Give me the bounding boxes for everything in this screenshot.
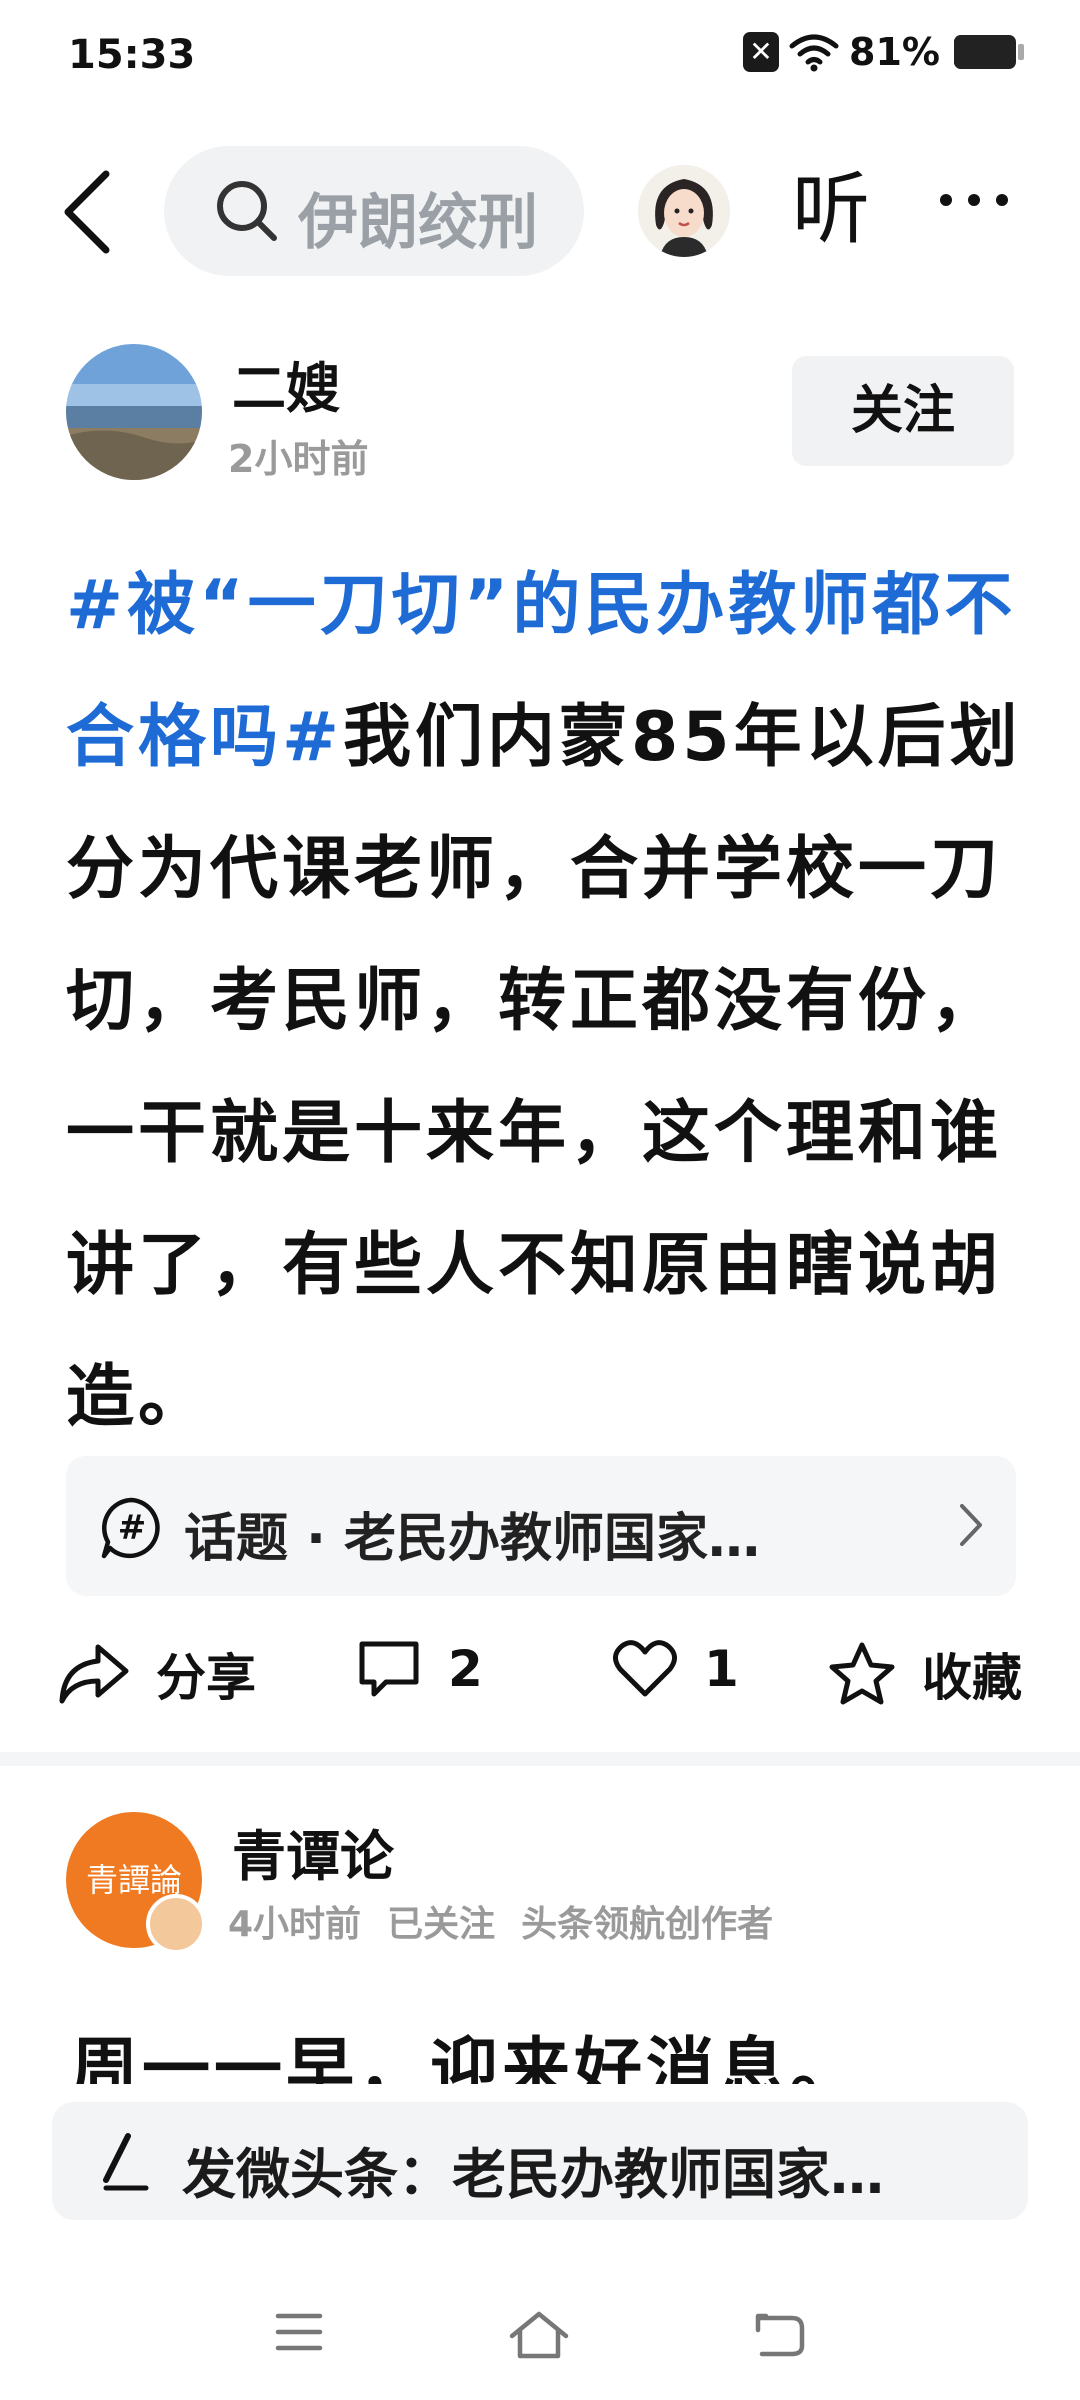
- search-icon: [217, 181, 277, 241]
- heart-icon: [613, 1640, 677, 1697]
- svg-text:#: #: [118, 1508, 147, 1548]
- like-count: 1: [704, 1640, 739, 1698]
- follow-button[interactable]: 关注: [792, 356, 1014, 466]
- landscape-avatar-image: [66, 344, 202, 480]
- author-tag: 头条领航创作者: [521, 1904, 774, 1945]
- menu-nav-button[interactable]: [274, 2310, 324, 2358]
- post2-body-preview[interactable]: 周一一早，迎来好消息。: [70, 2016, 862, 2084]
- topic-hash-icon: #: [101, 1497, 160, 1559]
- status-icons: ✕ 81%: [743, 30, 1024, 74]
- collect-button[interactable]: 收藏: [828, 1638, 1022, 1710]
- comment-button[interactable]: 2: [356, 1638, 483, 1700]
- author2-meta: 4小时前 已关注 头条领航创作者: [228, 1895, 799, 1947]
- post-time: 2小时前: [228, 437, 369, 481]
- author-avatar[interactable]: [66, 344, 202, 480]
- search-bar[interactable]: 伊朗绞刑: [164, 146, 584, 276]
- status-time: 15:33: [68, 32, 196, 78]
- back-button[interactable]: [58, 162, 118, 262]
- menu-icon: [275, 2313, 323, 2351]
- search-query: 伊朗绞刑: [298, 188, 538, 258]
- battery-icon: [954, 35, 1024, 69]
- compose-label: 发微头条：老民办教师国家…: [182, 2143, 884, 2206]
- chevron-left-icon: [64, 170, 110, 254]
- star-icon: [829, 1642, 895, 1705]
- home-nav-button[interactable]: [508, 2310, 570, 2364]
- share-label: 分享: [156, 1649, 256, 1707]
- status-bar: 15:33 ✕ 81%: [0, 0, 1080, 118]
- no-sim-icon: ✕: [743, 32, 780, 72]
- topic-card[interactable]: # 话题 · 老民办教师国家…: [66, 1456, 1016, 1596]
- comment-icon: [359, 1641, 419, 1697]
- post-body[interactable]: #被“一刀切”的民办教师都不合格吗#我们内蒙85年以后划分为代课老师，合并学校一…: [66, 540, 1026, 1464]
- feed-divider: [0, 1752, 1080, 1766]
- post2-time: 4小时前: [228, 1904, 362, 1945]
- author-name[interactable]: 二嫂: [232, 344, 340, 423]
- post-text: 我们内蒙85年以后划分为代课老师，合并学校一刀切，考民师，转正都没有份，一干就是…: [66, 698, 1022, 1437]
- avatar-girl-icon: [638, 165, 730, 257]
- collect-label: 收藏: [922, 1649, 1022, 1707]
- topic-label: 话题 · 老民办教师国家…: [184, 1509, 760, 1569]
- post-action-bar: 分享 2 1 收藏: [0, 1620, 1080, 1730]
- chevron-right-icon: [960, 1504, 982, 1546]
- system-nav-bar: [0, 2270, 1080, 2400]
- compose-bar[interactable]: 发微头条：老民办教师国家…: [52, 2102, 1028, 2220]
- back-nav-button[interactable]: [752, 2310, 806, 2364]
- home-icon: [509, 2311, 569, 2359]
- pen-icon: [103, 2133, 149, 2191]
- author2-name[interactable]: 青谭论: [232, 1812, 394, 1891]
- follow-status: 已关注: [387, 1904, 496, 1945]
- comment-count: 2: [448, 1640, 483, 1698]
- wifi-icon: [789, 34, 839, 72]
- user-avatar[interactable]: [638, 165, 730, 257]
- back-gesture-icon: [755, 2313, 805, 2357]
- like-button[interactable]: 1: [612, 1638, 739, 1700]
- share-icon: [59, 1644, 129, 1704]
- more-options-icon[interactable]: [940, 194, 1008, 206]
- creator-badge-icon: [146, 1894, 206, 1954]
- battery-percent: 81%: [849, 30, 940, 74]
- share-button[interactable]: 分享: [56, 1638, 256, 1710]
- listen-button[interactable]: 听: [792, 160, 870, 260]
- battery-fill: [954, 35, 1005, 69]
